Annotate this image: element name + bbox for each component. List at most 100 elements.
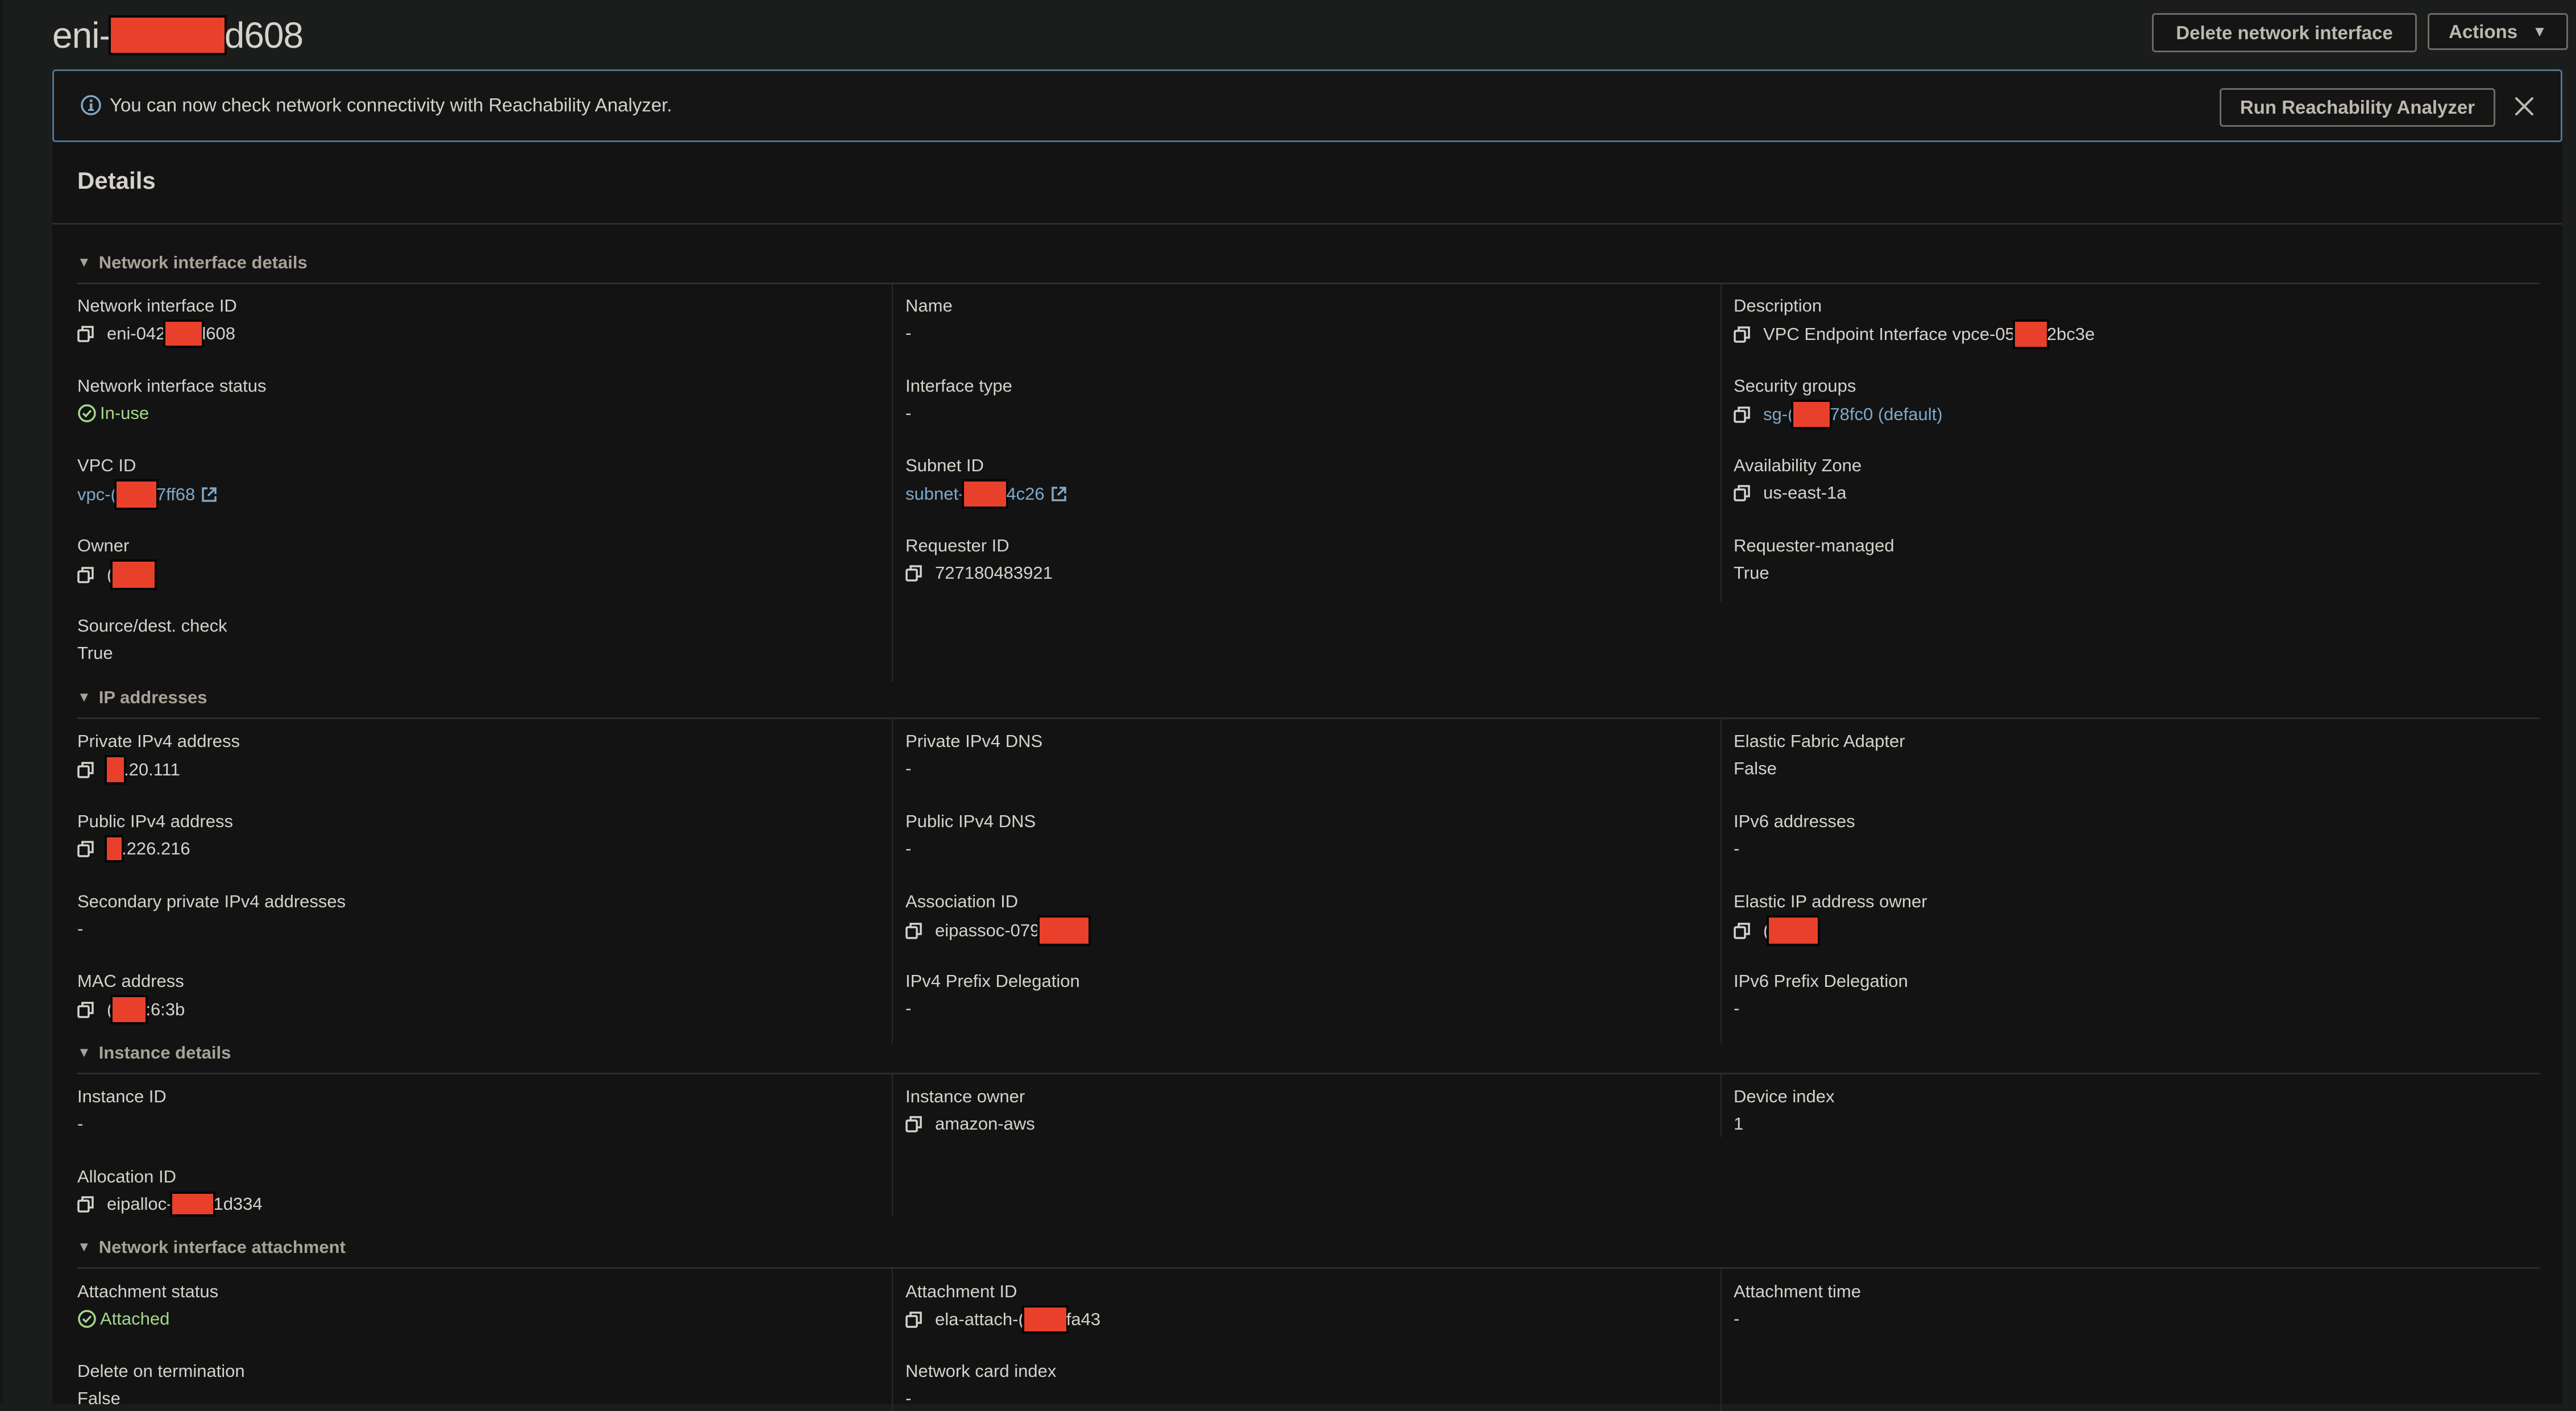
section-divider [77, 283, 2540, 284]
value-prefix: sg-( [1763, 404, 1794, 424]
field-security-groups: Security groups sg-(78fc0 (default) [1734, 375, 2529, 429]
field-label: Description [1734, 296, 1822, 316]
section-toggle-ip-addresses[interactable]: ▼ IP addresses [77, 687, 207, 708]
field-label: Elastic IP address owner [1734, 891, 1927, 911]
copy-icon[interactable] [77, 325, 94, 343]
details-divider [52, 223, 2562, 225]
field-value: - [905, 1388, 912, 1408]
run-reachability-analyzer-button[interactable]: Run Reachability Analyzer [2220, 88, 2495, 127]
section-title: Network interface details [98, 252, 308, 272]
check-circle-icon [78, 1310, 96, 1328]
redacted-block [163, 319, 205, 348]
field-elastic-fabric-adapter: Elastic Fabric Adapter False [1734, 730, 2529, 780]
section-toggle-network-interface-attachment[interactable]: ▼ Network interface attachment [77, 1237, 346, 1258]
field-label: Interface type [905, 376, 1012, 396]
redacted-block [1767, 915, 1821, 946]
value-suffix: .226.216 [122, 839, 190, 858]
field-value: .20.111 [77, 755, 873, 785]
copy-icon[interactable] [1734, 922, 1751, 940]
field-instance-id: Instance ID - [77, 1085, 873, 1135]
column-separator [1721, 1269, 1722, 1411]
field-label: Allocation ID [77, 1167, 177, 1186]
column-separator [892, 1269, 893, 1411]
field-instance-owner: Instance owner amazon-aws [905, 1085, 1701, 1135]
section-toggle-network-interface-details[interactable]: ▼ Network interface details [77, 252, 308, 273]
subnet-id-link[interactable]: subnet- 4c26 [905, 479, 1701, 509]
instance-owner-value: amazon-aws [935, 1114, 1035, 1134]
section-toggle-instance-details[interactable]: ▼ Instance details [77, 1043, 231, 1063]
field-value: 1 [1734, 1114, 1744, 1134]
field-mac-address: MAC address (:6:3b [77, 970, 873, 1024]
caret-down-icon: ▼ [2532, 23, 2547, 40]
field-requester-id: Requester ID 727180483921 [905, 534, 1701, 584]
field-label: IPv6 Prefix Delegation [1734, 971, 1908, 991]
field-network-interface-status: Network interface status In-use [77, 375, 873, 425]
field-label: Attachment time [1734, 1281, 1861, 1301]
copy-icon[interactable] [1734, 405, 1751, 424]
page-title-suffix: d608 [224, 15, 304, 56]
actions-dropdown-button[interactable]: Actions ▼ [2428, 13, 2568, 50]
field-value: ela-attach-(fa43 [905, 1305, 1701, 1334]
field-attachment-id: Attachment ID ela-attach-(fa43 [905, 1280, 1701, 1334]
field-value: - [905, 758, 912, 778]
copy-icon[interactable] [905, 564, 923, 582]
field-label: Delete on termination [77, 1361, 245, 1381]
field-attachment-time: Attachment time - [1734, 1280, 2529, 1330]
field-label: Name [905, 296, 953, 316]
copy-icon[interactable] [77, 566, 94, 584]
field-label: Instance owner [905, 1086, 1025, 1106]
caret-down-icon: ▼ [77, 1239, 91, 1255]
copy-icon[interactable] [77, 1001, 94, 1019]
section-divider [77, 1073, 2540, 1074]
field-label: VPC ID [77, 455, 136, 475]
value-prefix: vpc-( [77, 484, 117, 504]
redacted-block [110, 995, 148, 1024]
field-label: Device index [1734, 1086, 1835, 1106]
field-network-interface-id: Network interface ID eni-042 l608 [77, 294, 873, 348]
security-group-link[interactable]: sg-(78fc0 (default) [1734, 400, 2529, 429]
field-ipv6-prefix-delegation: IPv6 Prefix Delegation - [1734, 970, 2529, 1020]
copy-icon[interactable] [77, 840, 94, 858]
redacted-block [170, 1192, 216, 1217]
value-suffix: 7ff68 [156, 484, 196, 504]
value-suffix: 1d334 [213, 1194, 263, 1214]
value-prefix: eipalloc- [107, 1194, 173, 1214]
redacted-block [108, 15, 227, 55]
redacted-block [962, 479, 1009, 509]
copy-icon[interactable] [77, 761, 94, 779]
external-link-icon [1051, 487, 1066, 501]
value-suffix: .20.111 [124, 760, 180, 779]
copy-icon[interactable] [1734, 325, 1751, 343]
column-separator [1721, 1074, 1722, 1137]
field-value: True [1734, 563, 1769, 583]
delete-network-interface-button[interactable]: Delete network interface [2152, 13, 2417, 52]
value-suffix: 4c26 [1006, 484, 1045, 504]
field-value: amazon-aws [905, 1113, 1701, 1135]
caret-down-icon: ▼ [77, 1045, 91, 1060]
copy-icon[interactable] [905, 1310, 923, 1329]
details-heading: Details [77, 167, 156, 194]
section-title: IP addresses [98, 687, 207, 707]
value-suffix: l608 [202, 323, 236, 343]
field-label: Public IPv4 DNS [905, 811, 1036, 831]
column-separator [892, 1074, 893, 1217]
close-icon[interactable] [2508, 90, 2540, 122]
value-prefix: ( [107, 565, 113, 584]
field-value: eni-042 l608 [77, 319, 873, 348]
field-availability-zone: Availability Zone us-east-1a [1734, 454, 2529, 504]
field-name: Name - [905, 294, 1701, 345]
field-value: us-east-1a [1734, 482, 2529, 504]
field-label: IPv6 addresses [1734, 811, 1855, 831]
field-association-id: Association ID eipassoc-079 [905, 890, 1701, 946]
value-prefix: subnet- [905, 484, 965, 504]
field-owner: Owner ( [77, 534, 873, 590]
copy-icon[interactable] [77, 1195, 94, 1213]
copy-icon[interactable] [1734, 484, 1751, 502]
copy-icon[interactable] [905, 922, 923, 940]
field-label: Source/dest. check [77, 616, 227, 636]
vpc-id-link[interactable]: vpc-( 7ff68 [77, 479, 873, 510]
value-prefix: ( [1763, 920, 1769, 940]
caret-down-icon: ▼ [77, 690, 91, 705]
field-ipv4-prefix-delegation: IPv4 Prefix Delegation - [905, 970, 1701, 1020]
copy-icon[interactable] [905, 1115, 923, 1133]
